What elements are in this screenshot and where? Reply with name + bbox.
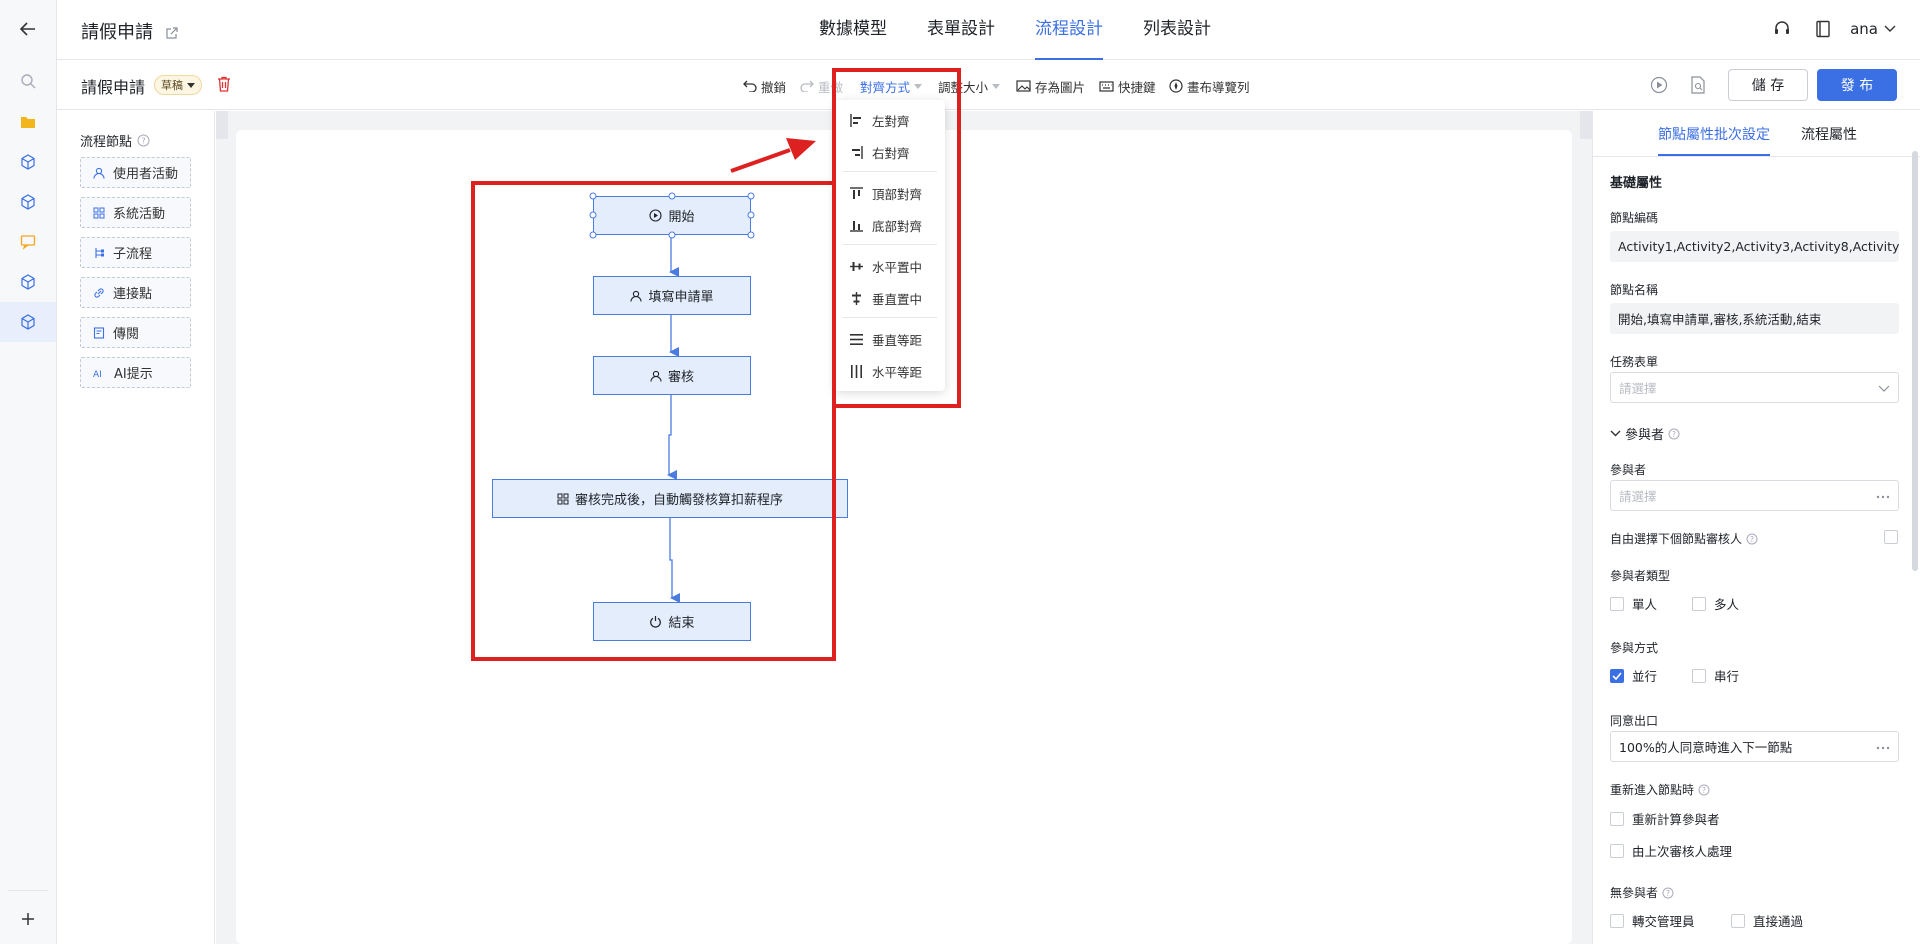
checkbox-serial[interactable]: 串行 [1692, 666, 1739, 685]
checkbox-recalculate[interactable]: 重新計算參與者 [1610, 809, 1720, 828]
checkbox-label: 直接通過 [1753, 914, 1804, 929]
node-code-field[interactable]: Activity1,Activity2,Activity3,Activity8,… [1610, 231, 1899, 262]
annotation-box-dropdown [832, 68, 961, 408]
checkbox-label: 重新計算參與者 [1632, 812, 1720, 827]
checkbox-box [1610, 843, 1624, 858]
section-basic-properties: 基礎屬性 [1610, 176, 1663, 191]
svg-text:?: ? [1702, 786, 1706, 795]
participation-mode-label: 參與方式 [1610, 639, 1658, 656]
more-dots-icon[interactable] [1872, 732, 1890, 761]
annotation-arrow-head [786, 138, 816, 160]
svg-text:?: ? [1666, 889, 1670, 898]
more-dots-icon[interactable] [1872, 481, 1890, 510]
svg-text:?: ? [1672, 430, 1676, 439]
checkbox-transfer-admin[interactable]: 轉交管理員 [1610, 911, 1695, 930]
task-form-label: 任務表單 [1610, 353, 1658, 370]
no-participant-label-text: 無參與者 [1610, 886, 1659, 900]
agree-exit-label: 同意出口 [1610, 712, 1658, 729]
node-name-field[interactable]: 開始,填寫申請單,審核,系統活動,結束 [1610, 303, 1899, 334]
agree-exit-label-text: 同意出口 [1610, 714, 1659, 728]
annotation-arrow-line [730, 148, 791, 173]
task-form-select[interactable]: 請選擇 [1610, 372, 1899, 403]
checkbox-label: 轉交管理員 [1632, 914, 1695, 929]
agree-exit-value: 100%的人同意時進入下一節點 [1619, 740, 1793, 755]
annotation-box-flow [471, 181, 836, 661]
chevron-down-icon [1610, 430, 1621, 437]
participation-mode-label-text: 參與方式 [1610, 641, 1659, 655]
checkbox-multiple[interactable]: 多人 [1692, 594, 1739, 613]
checkbox-box [1610, 913, 1624, 928]
checkbox-box [1692, 596, 1706, 611]
checkbox-box [1731, 913, 1745, 928]
node-code-label: 節點編碼 [1610, 209, 1658, 226]
checkbox-label: 串行 [1714, 669, 1740, 684]
panel-scrollbar[interactable] [1912, 151, 1918, 571]
properties-panel: 節點屬性批次設定 流程屬性 基礎屬性 節點編碼 Activity1,Activi… [1592, 111, 1920, 944]
checkbox-parallel[interactable]: 並行 [1610, 666, 1657, 685]
participant-select[interactable]: 請選擇 [1610, 480, 1899, 511]
checkbox-label: 單人 [1632, 597, 1658, 612]
help-circle-icon[interactable]: ? [1746, 533, 1758, 545]
free-select-label-text: 自由選擇下個節點審核人 [1610, 532, 1743, 546]
checkbox-box [1610, 811, 1624, 826]
help-circle-icon[interactable]: ? [1698, 784, 1710, 796]
checkbox-label: 並行 [1632, 669, 1658, 684]
task-form-label-text: 任務表單 [1610, 355, 1659, 369]
no-participant-label: 無參與者 ? [1610, 884, 1674, 901]
participant-type-label-text: 參與者類型 [1610, 569, 1671, 583]
tab-process-properties[interactable]: 流程屬性 [1801, 124, 1857, 154]
agree-exit-field[interactable]: 100%的人同意時進入下一節點 [1610, 731, 1899, 762]
reenter-label: 重新進入節點時 ? [1610, 781, 1710, 798]
checkbox-box-checked [1610, 668, 1624, 683]
free-select-checkbox[interactable] [1884, 530, 1898, 544]
participants-section-text: 參與者 [1625, 428, 1665, 443]
node-name-label: 節點名稱 [1610, 281, 1658, 298]
participants-section-header[interactable]: 參與者 ? [1610, 424, 1680, 443]
node-code-label-text: 節點編碼 [1610, 211, 1659, 225]
help-circle-icon[interactable]: ? [1662, 887, 1674, 899]
help-circle-icon[interactable]: ? [1668, 428, 1680, 440]
reenter-label-text: 重新進入節點時 [1610, 783, 1695, 797]
checkbox-single[interactable]: 單人 [1610, 594, 1657, 613]
participant-placeholder: 請選擇 [1619, 489, 1657, 504]
participant-type-label: 參與者類型 [1610, 567, 1670, 584]
node-name-label-text: 節點名稱 [1610, 283, 1659, 297]
checkbox-pass-directly[interactable]: 直接通過 [1731, 911, 1803, 930]
checkbox-label: 由上次審核人處理 [1632, 844, 1733, 859]
free-select-label: 自由選擇下個節點審核人 ? [1610, 530, 1758, 547]
checkbox-label: 多人 [1714, 597, 1740, 612]
tab-node-batch-settings[interactable]: 節點屬性批次設定 [1658, 124, 1770, 156]
checkbox-last-reviewer[interactable]: 由上次審核人處理 [1610, 841, 1732, 860]
task-form-placeholder: 請選擇 [1619, 381, 1657, 396]
chevron-down-icon [1874, 373, 1890, 402]
participant-label-text: 參與者 [1610, 463, 1647, 477]
participant-label: 參與者 [1610, 461, 1646, 478]
checkbox-box [1692, 668, 1706, 683]
checkbox-box [1610, 596, 1624, 611]
panel-divider [1593, 156, 1920, 157]
svg-text:?: ? [1750, 535, 1754, 544]
